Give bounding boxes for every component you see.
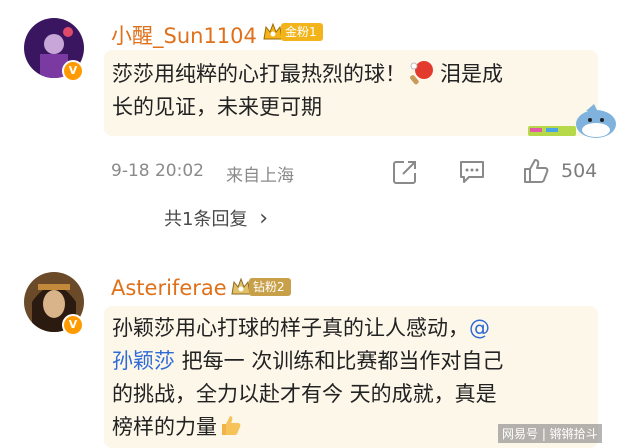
verified-v-icon: V <box>62 60 84 82</box>
ping-pong-emoji-icon <box>410 61 433 85</box>
username[interactable]: 小醒_Sun1104 <box>111 20 257 50</box>
shark-sticker-icon <box>528 104 616 138</box>
comment-text-line: 的挑战，全力以赴才有今 天的成就，真是 <box>112 382 497 406</box>
comment-text-line: 长的见证，未来更可期 <box>112 95 322 119</box>
like-thumbs-up-icon[interactable] <box>522 157 550 185</box>
comment-location: 来自上海 <box>226 166 294 186</box>
mention-link[interactable]: 孙颖莎 把每一 次训练和比赛都当作对自己 <box>112 349 503 373</box>
watermark: 网易号 | 锵锵拾斗 <box>498 424 602 443</box>
comment-text-line: 榜样的力量 <box>112 415 217 439</box>
comment-time: 9-18 20:02 <box>111 161 204 181</box>
replies-label: 共1条回复 <box>164 209 248 230</box>
view-replies-link[interactable]: 共1条回复 › <box>164 205 268 231</box>
mention-at[interactable]: @ <box>469 316 490 340</box>
thumbs-up-emoji-icon <box>222 416 241 435</box>
username[interactable]: Asteriferae <box>111 276 227 300</box>
fan-badge[interactable]: 金粉1 <box>262 21 323 43</box>
chevron-right-icon: › <box>259 206 268 231</box>
fan-badge-label: 金粉1 <box>281 23 323 41</box>
like-count: 504 <box>561 160 598 182</box>
comment-text-line: 孙颖莎用心打球的样子真的让人感动，@ <box>112 316 490 340</box>
fan-badge[interactable]: 钻粉2 <box>230 276 291 298</box>
comment-icon[interactable] <box>458 159 486 185</box>
comment-text: 莎莎用纯粹的心打最热烈的球！ 泪是成 长的见证，未来更可期 <box>112 58 598 124</box>
share-icon[interactable] <box>392 159 418 185</box>
comment-text-line-end: 泪是成 <box>440 62 503 86</box>
fan-badge-label: 钻粉2 <box>249 278 291 296</box>
verified-v-icon: V <box>62 314 84 336</box>
mention-name[interactable]: 孙颖莎 <box>112 349 175 373</box>
comment-text-line: 莎莎用纯粹的心打最热烈的球！ <box>112 62 406 86</box>
